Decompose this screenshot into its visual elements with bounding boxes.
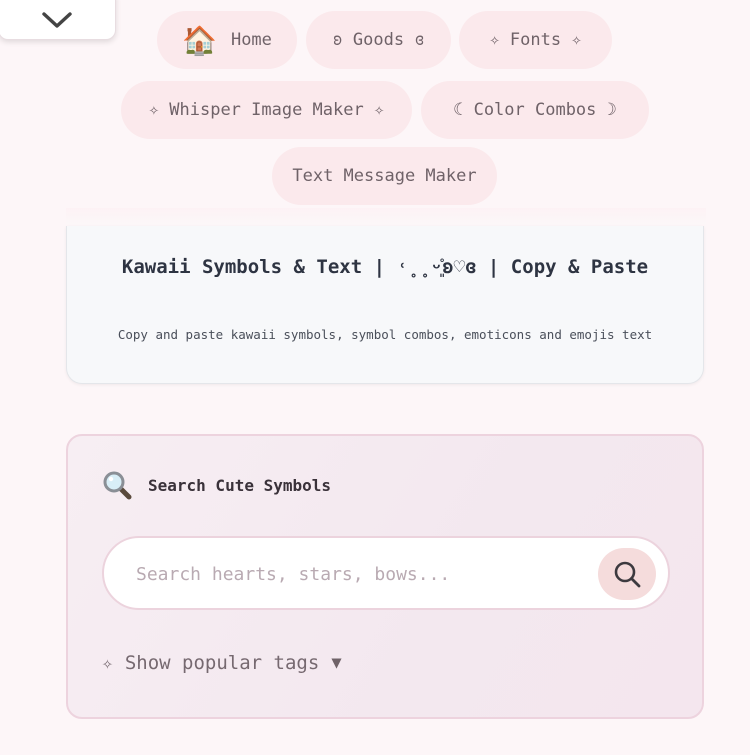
- sparkle-icon: ✧: [102, 652, 113, 674]
- search-card: Search Cute Symbols ✧ Show popular tags …: [66, 434, 704, 719]
- search-heading: Search Cute Symbols: [102, 470, 331, 500]
- nav-fonts-button[interactable]: ✧ Fonts ✧: [459, 11, 612, 69]
- nav-color-combos-button[interactable]: ☾ Color Combos ☽: [421, 81, 649, 139]
- page-title: Kawaii Symbols & Text | ˓̥̥ᵕ͈̊ʚ♡ɞ | Copy…: [121, 256, 649, 278]
- collapse-menu-button[interactable]: [0, 0, 116, 40]
- nav-whisper-label: ✧ Whisper Image Maker ✧: [148, 100, 385, 120]
- intro-card: Kawaii Symbols & Text | ˓̥̥ᵕ͈̊ʚ♡ɞ | Copy…: [66, 226, 704, 384]
- chevron-down-icon: [42, 12, 72, 28]
- nav-home-button[interactable]: 🏠 Home: [157, 11, 297, 69]
- house-icon: 🏠: [182, 23, 217, 57]
- show-popular-tags-label: Show popular tags: [124, 652, 320, 674]
- nav-home-label: Home: [230, 30, 272, 50]
- nav-fonts-label: ✧ Fonts ✧: [489, 30, 582, 50]
- nav-goods-label: ʚ Goods ɞ: [332, 30, 425, 50]
- page-subtitle: Copy and paste kawaii symbols, symbol co…: [117, 327, 653, 342]
- show-popular-tags-toggle[interactable]: ✧ Show popular tags ▼: [102, 652, 342, 674]
- nav-text-message-label: Text Message Maker: [292, 166, 477, 186]
- search-bar: [102, 536, 670, 610]
- search-icon: [614, 561, 641, 588]
- search-button[interactable]: [598, 548, 656, 600]
- magnifier-icon: [103, 471, 132, 500]
- nav-whisper-image-maker-button[interactable]: ✧ Whisper Image Maker ✧: [121, 81, 412, 139]
- nav-color-combos-label: ☾ Color Combos ☽: [453, 100, 617, 120]
- search-input[interactable]: [136, 558, 576, 590]
- nav-goods-button[interactable]: ʚ Goods ɞ: [306, 11, 451, 69]
- nav-text-message-maker-button[interactable]: Text Message Maker: [272, 147, 497, 205]
- triangle-down-icon: ▼: [331, 653, 342, 673]
- search-heading-label: Search Cute Symbols: [148, 475, 332, 495]
- section-divider: [66, 208, 706, 224]
